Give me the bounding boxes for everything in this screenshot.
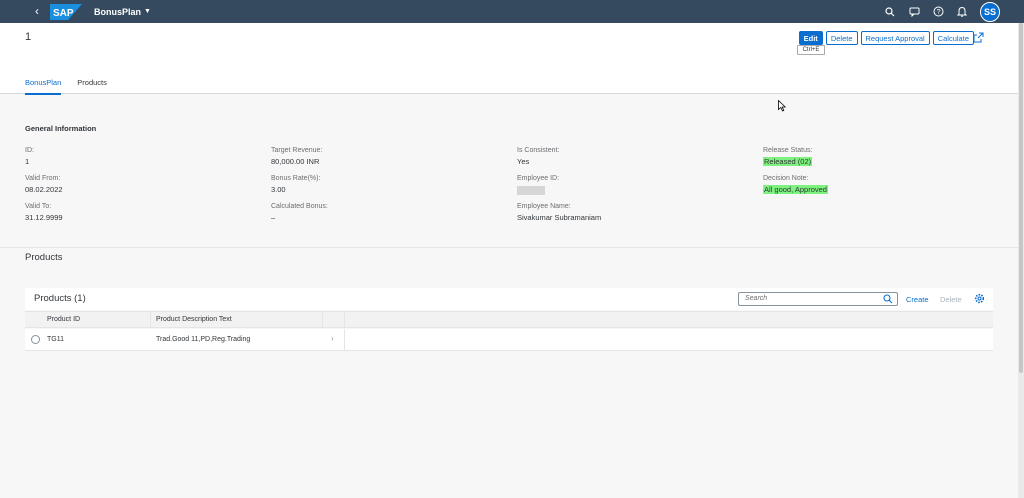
table-header: Product ID Product Description Text bbox=[25, 311, 993, 328]
field-valid-from: Valid From: 08.02.2022 bbox=[25, 174, 225, 202]
edit-tooltip: Ctrl+E bbox=[797, 45, 825, 55]
field-label: Release Status: bbox=[763, 147, 813, 154]
object-title: 1 bbox=[25, 31, 32, 43]
tab-bonusplan[interactable]: BonusPlan bbox=[25, 78, 62, 95]
info-column-1: ID: 1 Valid From: 08.02.2022 Valid To: 3… bbox=[25, 146, 225, 230]
release-status-value: Released (02) bbox=[763, 157, 813, 166]
field-label: Is Consistent: bbox=[517, 147, 560, 154]
delete-button[interactable]: Delete bbox=[825, 31, 858, 45]
field-target-revenue: Target Revenue: 80,000.00 INR bbox=[271, 146, 471, 174]
field-value: Released (02) bbox=[763, 156, 963, 167]
search-icon[interactable] bbox=[883, 294, 893, 304]
column-divider bbox=[344, 329, 345, 351]
chevron-right-icon[interactable]: › bbox=[331, 334, 334, 343]
section-divider bbox=[0, 247, 1018, 248]
field-value: All good, Approved bbox=[763, 184, 963, 195]
field-is-consistent: Is Consistent: Yes bbox=[517, 146, 717, 174]
create-button[interactable]: Create bbox=[906, 295, 929, 304]
back-icon[interactable]: ‹ bbox=[30, 0, 44, 23]
cell-description: Trad.Good 11,PD,Reg.Trading bbox=[156, 336, 251, 343]
general-info-title: General Information bbox=[25, 124, 97, 133]
column-header-description[interactable]: Product Description Text bbox=[156, 316, 232, 323]
table-toolbar: Products (1) Search Create Delete bbox=[25, 288, 993, 310]
page-scrollbar[interactable] bbox=[1018, 23, 1024, 498]
field-employee-name: Employee Name: Sivakumar Subramaniam bbox=[517, 202, 717, 230]
object-header: 1 Edit Delete Request Approval Calculate… bbox=[0, 23, 1018, 95]
cell-product-id: TG11 bbox=[47, 336, 64, 343]
delete-row-button[interactable]: Delete bbox=[940, 295, 962, 304]
field-label: Valid From: bbox=[25, 175, 61, 182]
sap-logo[interactable]: SAP bbox=[50, 3, 82, 20]
field-value: 1 bbox=[25, 157, 30, 166]
field-value: 08.02.2022 bbox=[25, 185, 63, 194]
field-employee-id: Employee ID: bbox=[517, 174, 717, 202]
calculate-button[interactable]: Calculate bbox=[932, 31, 974, 45]
products-section-title: Products bbox=[25, 252, 63, 263]
field-release-status: Release Status: Released (02) bbox=[763, 146, 963, 174]
field-value: 80,000.00 INR bbox=[271, 157, 320, 166]
field-label: Valid To: bbox=[25, 203, 52, 210]
field-label: ID: bbox=[25, 147, 34, 154]
feedback-icon[interactable] bbox=[908, 6, 920, 18]
app-title-menu[interactable]: BonusPlan ▼ bbox=[94, 7, 151, 17]
field-label: Target Revenue: bbox=[271, 147, 323, 154]
field-id: ID: 1 bbox=[25, 146, 225, 174]
field-calculated-bonus: Calculated Bonus: – bbox=[271, 202, 471, 230]
chevron-down-icon: ▼ bbox=[144, 8, 151, 15]
shell-bar: ‹ SAP BonusPlan ▼ ? SS bbox=[0, 0, 1024, 23]
request-approval-button[interactable]: Request Approval bbox=[860, 31, 930, 45]
field-label: Bonus Rate(%): bbox=[271, 175, 321, 182]
field-value: – bbox=[271, 213, 276, 222]
info-column-4: Release Status: Released (02) Decision N… bbox=[763, 146, 963, 202]
row-select-radio[interactable] bbox=[31, 335, 40, 344]
decision-note-value: All good, Approved bbox=[763, 185, 828, 194]
field-label: Employee Name: bbox=[517, 203, 571, 210]
field-label: Employee ID: bbox=[517, 175, 560, 182]
mouse-cursor-icon bbox=[778, 99, 787, 112]
info-column-2: Target Revenue: 80,000.00 INR Bonus Rate… bbox=[271, 146, 471, 230]
search-icon[interactable] bbox=[884, 6, 896, 18]
column-divider bbox=[322, 312, 323, 328]
field-decision-note: Decision Note: All good, Approved bbox=[763, 174, 963, 202]
search-placeholder: Search bbox=[745, 295, 768, 302]
field-label: Calculated Bonus: bbox=[271, 203, 328, 210]
share-icon[interactable] bbox=[973, 32, 985, 44]
user-avatar[interactable]: SS bbox=[980, 1, 1000, 22]
edit-button[interactable]: Edit bbox=[798, 31, 823, 45]
info-column-3: Is Consistent: Yes Employee ID: Employee… bbox=[517, 146, 717, 230]
table-title: Products (1) bbox=[34, 293, 86, 304]
logo-text: SAP bbox=[53, 8, 74, 19]
tab-products[interactable]: Products bbox=[77, 78, 107, 95]
field-valid-to: Valid To: 31.12.9999 bbox=[25, 202, 225, 230]
field-value: Yes bbox=[517, 157, 530, 166]
field-value bbox=[517, 184, 717, 195]
field-value: 3.00 bbox=[271, 185, 286, 194]
field-label: Decision Note: bbox=[763, 175, 809, 182]
column-divider bbox=[150, 312, 151, 328]
redacted-value bbox=[517, 185, 545, 195]
header-actions: Edit Delete Request Approval Calculate bbox=[798, 31, 974, 45]
field-value: 31.12.9999 bbox=[25, 213, 63, 222]
column-divider bbox=[344, 312, 345, 328]
column-header-product-id[interactable]: Product ID bbox=[47, 316, 80, 323]
field-value: Sivakumar Subramaniam bbox=[517, 213, 602, 222]
help-icon[interactable]: ? bbox=[932, 6, 944, 18]
svg-text:?: ? bbox=[936, 9, 940, 16]
field-bonus-rate: Bonus Rate(%): 3.00 bbox=[271, 174, 471, 202]
bell-icon[interactable] bbox=[956, 6, 968, 18]
scrollbar-thumb[interactable] bbox=[1019, 23, 1023, 373]
tab-bar: BonusPlan Products bbox=[25, 78, 107, 95]
table-row[interactable]: TG11 Trad.Good 11,PD,Reg.Trading › bbox=[25, 329, 993, 351]
search-input[interactable]: Search bbox=[738, 292, 898, 306]
app-title: BonusPlan bbox=[94, 6, 142, 17]
gear-icon[interactable] bbox=[974, 293, 985, 304]
